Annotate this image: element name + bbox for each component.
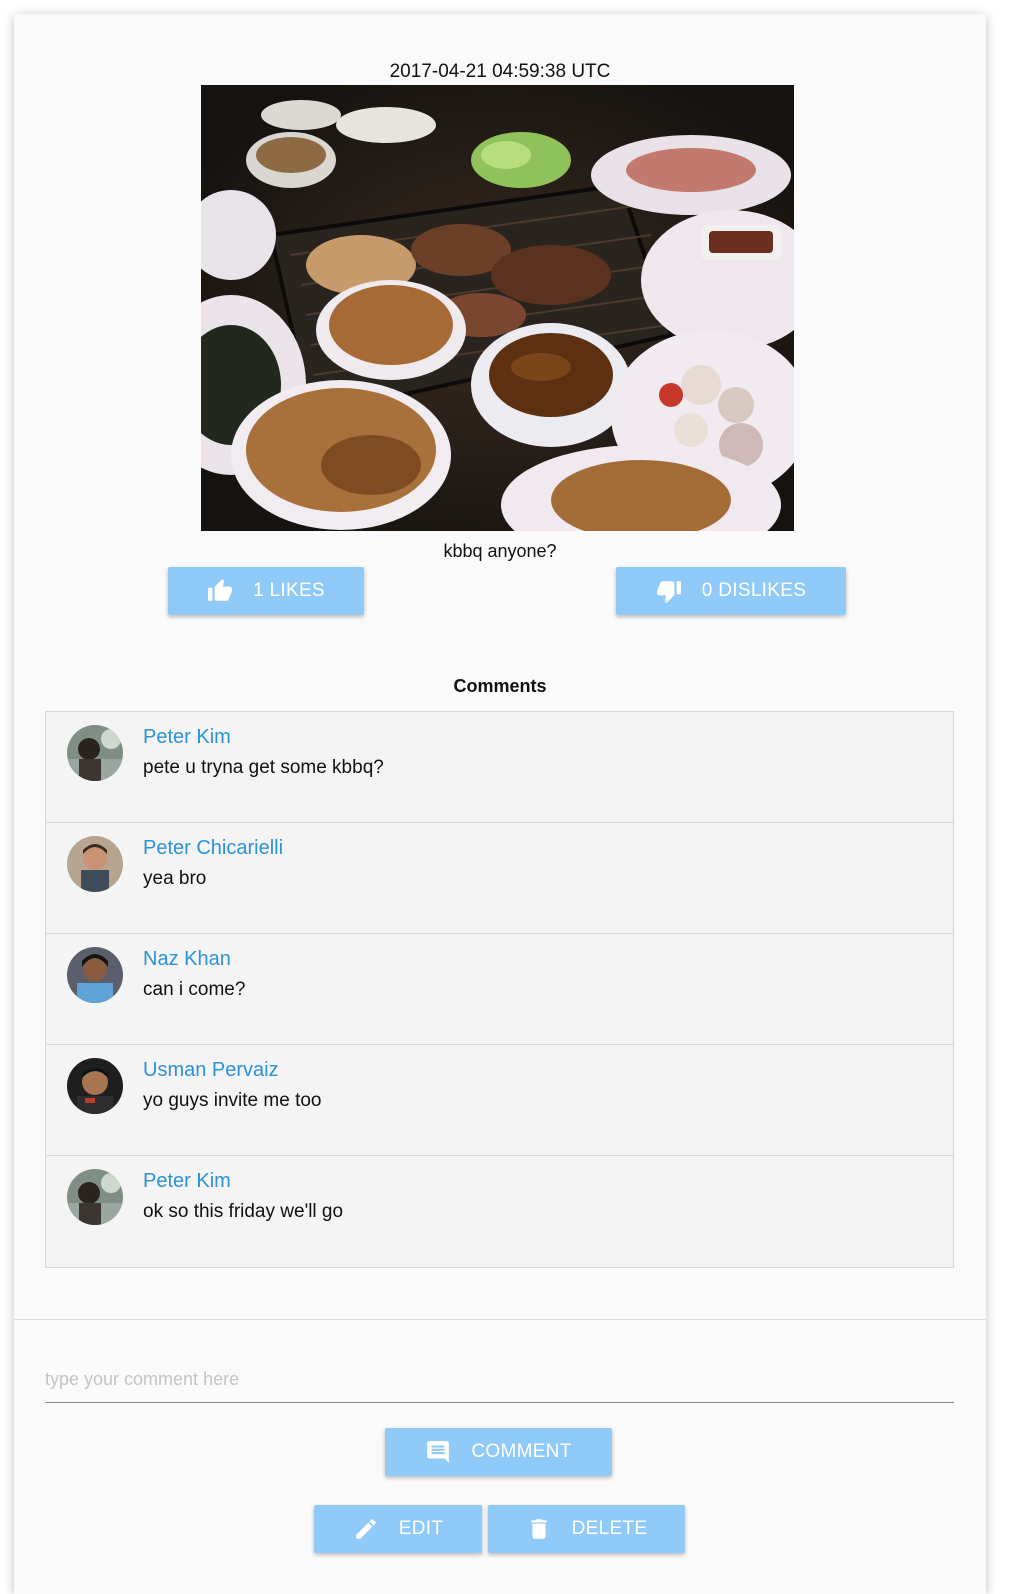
trash-icon [526,1516,552,1542]
comment-item: Peter Kim ok so this friday we'll go [46,1156,953,1267]
avatar [67,725,123,781]
comment-item: Peter Kim pete u tryna get some kbbq? [46,712,953,823]
comment-item: Usman Pervaiz yo guys invite me too [46,1045,953,1156]
post-photo [201,85,794,531]
comment-icon [425,1439,451,1465]
comment-item: Peter Chicarielli yea bro [46,823,953,934]
comment-text: pete u tryna get some kbbq? [143,757,384,778]
edit-button[interactable]: EDIT [314,1505,482,1553]
comment-author-link[interactable]: Naz Khan [143,948,231,971]
avatar [67,836,123,892]
avatar [67,947,123,1003]
like-button[interactable]: 1 LIKES [168,567,364,615]
comment-input[interactable] [45,1357,954,1403]
thumb-up-icon [207,578,233,604]
comment-button-label: COMMENT [471,1441,572,1462]
post-card: 2017-04-21 04:59:38 UTC kbbq anyone? 1 L… [14,14,986,1594]
like-count-label: 1 LIKES [253,580,325,601]
post-timestamp: 2017-04-21 04:59:38 UTC [389,61,611,82]
delete-button-label: DELETE [571,1518,648,1539]
comment-button[interactable]: COMMENT [385,1428,612,1476]
avatar [67,1058,123,1114]
comment-text: yea bro [143,868,207,889]
comment-author-link[interactable]: Peter Kim [143,1170,231,1193]
comment-author-link[interactable]: Peter Kim [143,726,231,749]
post-caption: kbbq anyone? [443,541,557,561]
avatar [67,1169,123,1225]
comment-item: Naz Khan can i come? [46,934,953,1045]
dislike-count-label: 0 DISLIKES [701,580,807,601]
section-divider [14,1319,986,1320]
comment-text: can i come? [143,979,246,1000]
comment-list: Peter Kim pete u tryna get some kbbq? Pe… [45,711,954,1268]
edit-button-label: EDIT [398,1518,444,1539]
dislike-button[interactable]: 0 DISLIKES [616,567,846,615]
comment-text: ok so this friday we'll go [143,1201,344,1222]
delete-button[interactable]: DELETE [488,1505,685,1553]
pencil-icon [353,1516,379,1542]
thumb-down-icon [656,578,682,604]
comment-text: yo guys invite me too [143,1090,322,1111]
comment-author-link[interactable]: Usman Pervaiz [143,1059,279,1082]
comments-heading: Comments [453,676,547,696]
comment-author-link[interactable]: Peter Chicarielli [143,837,283,860]
